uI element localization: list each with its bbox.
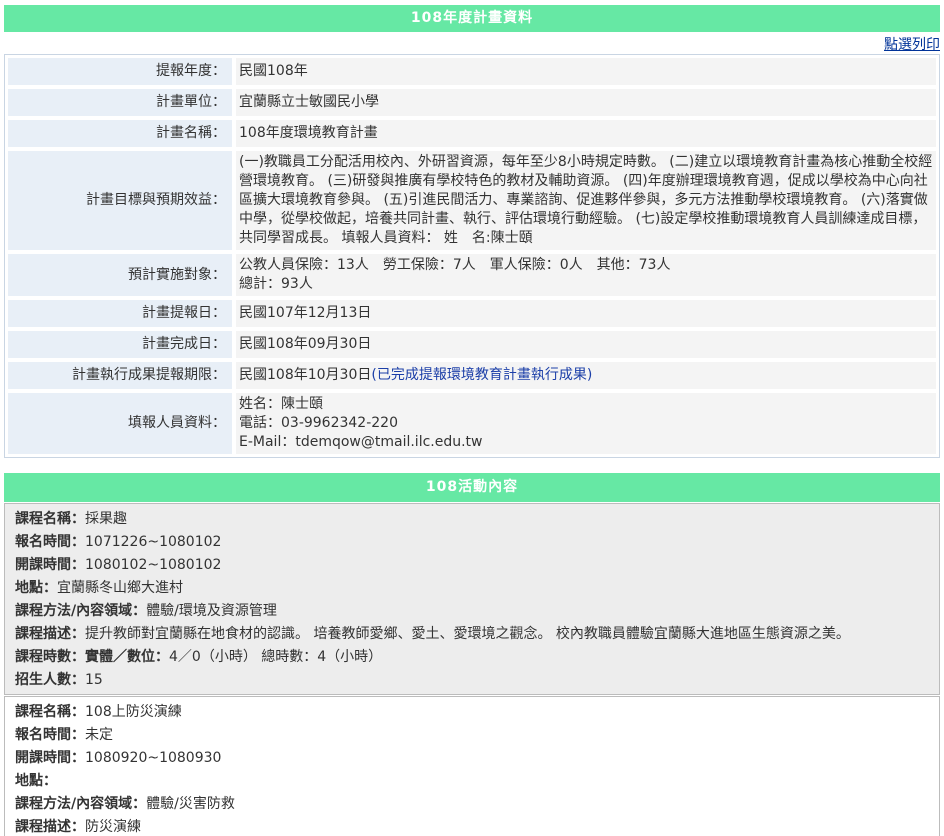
info-label: 計畫單位： xyxy=(7,88,233,117)
activity-card: 課程名稱：108上防災演練 報名時間：未定 開課時間：1080920~10809… xyxy=(4,696,940,836)
field-value: 宜蘭縣冬山鄉大進村 xyxy=(57,580,183,596)
info-row-deadline: 計畫執行成果提報期限： 民國108年10月30日(已完成提報環境教育計畫執行成果… xyxy=(7,361,937,390)
info-row-unit: 計畫單位： 宜蘭縣立士敏國民小學 xyxy=(7,88,937,117)
activity-field: 開課時間：1080102~1080102 xyxy=(15,554,929,577)
contact-email: E-Mail：tdemqow@tmail.ilc.edu.tw xyxy=(239,434,483,450)
info-value: 民國107年12月13日 xyxy=(235,299,937,328)
field-value: 提升教師對宜蘭縣在地食材的認識。 培養教師愛鄉、愛土、愛環境之觀念。 校內教職員… xyxy=(85,626,850,642)
deadline-value: 民國108年10月30日(已完成提報環境教育計畫執行成果) xyxy=(235,361,937,390)
field-value: 4／0（小時） 總時數：4（小時） xyxy=(169,649,383,665)
deadline-date: 民國108年10月30日 xyxy=(239,367,372,383)
activity-field: 課程時數：實體／數位：4／0（小時） 總時數：4（小時） xyxy=(15,646,929,669)
field-label: 地點： xyxy=(15,773,57,789)
info-row-contact: 填報人員資料： 姓名：陳士頤 電話：03-9962342-220 E-Mail：… xyxy=(7,392,937,455)
field-value: 15 xyxy=(85,672,103,688)
field-label: 課程名稱： xyxy=(15,511,85,527)
field-label: 課程方法/內容領域： xyxy=(15,796,147,812)
activity-field: 課程名稱：108上防災演練 xyxy=(15,701,929,724)
info-row-name: 計畫名稱： 108年度環境教育計畫 xyxy=(7,119,937,148)
field-value: 1071226~1080102 xyxy=(85,534,222,550)
info-row-complete-date: 計畫完成日： 民國108年09月30日 xyxy=(7,330,937,359)
activities-list: 課程名稱：採果趣 報名時間：1071226~1080102 開課時間：10801… xyxy=(4,503,940,836)
info-label: 計畫名稱： xyxy=(7,119,233,148)
activity-field: 地點：宜蘭縣冬山鄉大進村 xyxy=(15,577,929,600)
contact-phone: 電話：03-9962342-220 xyxy=(239,415,398,431)
info-value: 民國108年 xyxy=(235,57,937,86)
field-label: 報名時間： xyxy=(15,727,85,743)
activity-field: 課程描述：提升教師對宜蘭縣在地食材的認識。 培養教師愛鄉、愛土、愛環境之觀念。 … xyxy=(15,623,929,646)
target-breakdown: 公教人員保險：13人 勞工保險：7人 軍人保險：0人 其他：73人 xyxy=(239,257,671,273)
info-label: 計畫完成日： xyxy=(7,330,233,359)
info-label: 計畫目標與預期效益： xyxy=(7,150,233,251)
field-label: 課程方法/內容領域： xyxy=(15,603,147,619)
info-row-target: 預計實施對象： 公教人員保險：13人 勞工保險：7人 軍人保險：0人 其他：73… xyxy=(7,253,937,297)
field-label: 開課時間： xyxy=(15,557,85,573)
info-label: 填報人員資料： xyxy=(7,392,233,455)
info-row-goals: 計畫目標與預期效益： (一)教職員工分配活用校內、外研習資源，每年至少8小時規定… xyxy=(7,150,937,251)
activity-field: 課程描述：防災演練 xyxy=(15,816,929,836)
activity-field: 開課時間：1080920~1080930 xyxy=(15,747,929,770)
field-label: 課程時數：實體／數位： xyxy=(15,649,169,665)
plan-data-header: 108年度計畫資料 xyxy=(4,5,940,32)
field-value: 體驗/災害防救 xyxy=(146,796,235,812)
info-label: 計畫提報日： xyxy=(7,299,233,328)
info-row-report-date: 計畫提報日： 民國107年12月13日 xyxy=(7,299,937,328)
field-label: 地點： xyxy=(15,580,57,596)
activity-field: 報名時間：未定 xyxy=(15,724,929,747)
field-label: 課程描述： xyxy=(15,626,85,642)
field-label: 招生人數： xyxy=(15,672,85,688)
activity-field: 報名時間：1071226~1080102 xyxy=(15,531,929,554)
field-value: 未定 xyxy=(85,727,113,743)
info-row-year: 提報年度： 民國108年 xyxy=(7,57,937,86)
field-label: 開課時間： xyxy=(15,750,85,766)
results-submitted-link[interactable]: (已完成提報環境教育計畫執行成果) xyxy=(371,367,592,383)
print-link[interactable]: 點選列印 xyxy=(884,34,940,54)
contact-value: 姓名：陳士頤 電話：03-9962342-220 E-Mail：tdemqow@… xyxy=(235,392,937,455)
goals-text: (一)教職員工分配活用校內、外研習資源，每年至少8小時規定時數。 (二)建立以環… xyxy=(235,150,937,251)
activity-field: 地點： xyxy=(15,770,929,793)
field-label: 課程描述： xyxy=(15,819,85,835)
activities-header: 108活動內容 xyxy=(4,473,940,502)
info-label: 預計實施對象： xyxy=(7,253,233,297)
field-value: 1080102~1080102 xyxy=(85,557,222,573)
field-value: 體驗/環境及資源管理 xyxy=(146,603,277,619)
plan-info-table: 提報年度： 民國108年 計畫單位： 宜蘭縣立士敏國民小學 計畫名稱： 108年… xyxy=(4,54,940,458)
field-value: 採果趣 xyxy=(85,511,127,527)
info-label: 提報年度： xyxy=(7,57,233,86)
activity-field: 課程方法/內容領域：體驗/災害防救 xyxy=(15,793,929,816)
info-label: 計畫執行成果提報期限： xyxy=(7,361,233,390)
field-label: 課程名稱： xyxy=(15,704,85,720)
field-value: 108上防災演練 xyxy=(85,704,182,720)
target-value: 公教人員保險：13人 勞工保險：7人 軍人保險：0人 其他：73人 總計：93人 xyxy=(235,253,937,297)
activity-field: 課程方法/內容領域：體驗/環境及資源管理 xyxy=(15,600,929,623)
field-value: 防災演練 xyxy=(85,819,141,835)
info-value: 民國108年09月30日 xyxy=(235,330,937,359)
info-value: 108年度環境教育計畫 xyxy=(235,119,937,148)
activity-field: 課程名稱：採果趣 xyxy=(15,508,929,531)
contact-name: 姓名：陳士頤 xyxy=(239,396,323,412)
info-value: 宜蘭縣立士敏國民小學 xyxy=(235,88,937,117)
activity-card: 課程名稱：採果趣 報名時間：1071226~1080102 開課時間：10801… xyxy=(4,503,940,695)
field-value: 1080920~1080930 xyxy=(85,750,222,766)
field-label: 報名時間： xyxy=(15,534,85,550)
activity-field: 招生人數：15 xyxy=(15,669,929,692)
target-total: 總計：93人 xyxy=(239,276,313,292)
